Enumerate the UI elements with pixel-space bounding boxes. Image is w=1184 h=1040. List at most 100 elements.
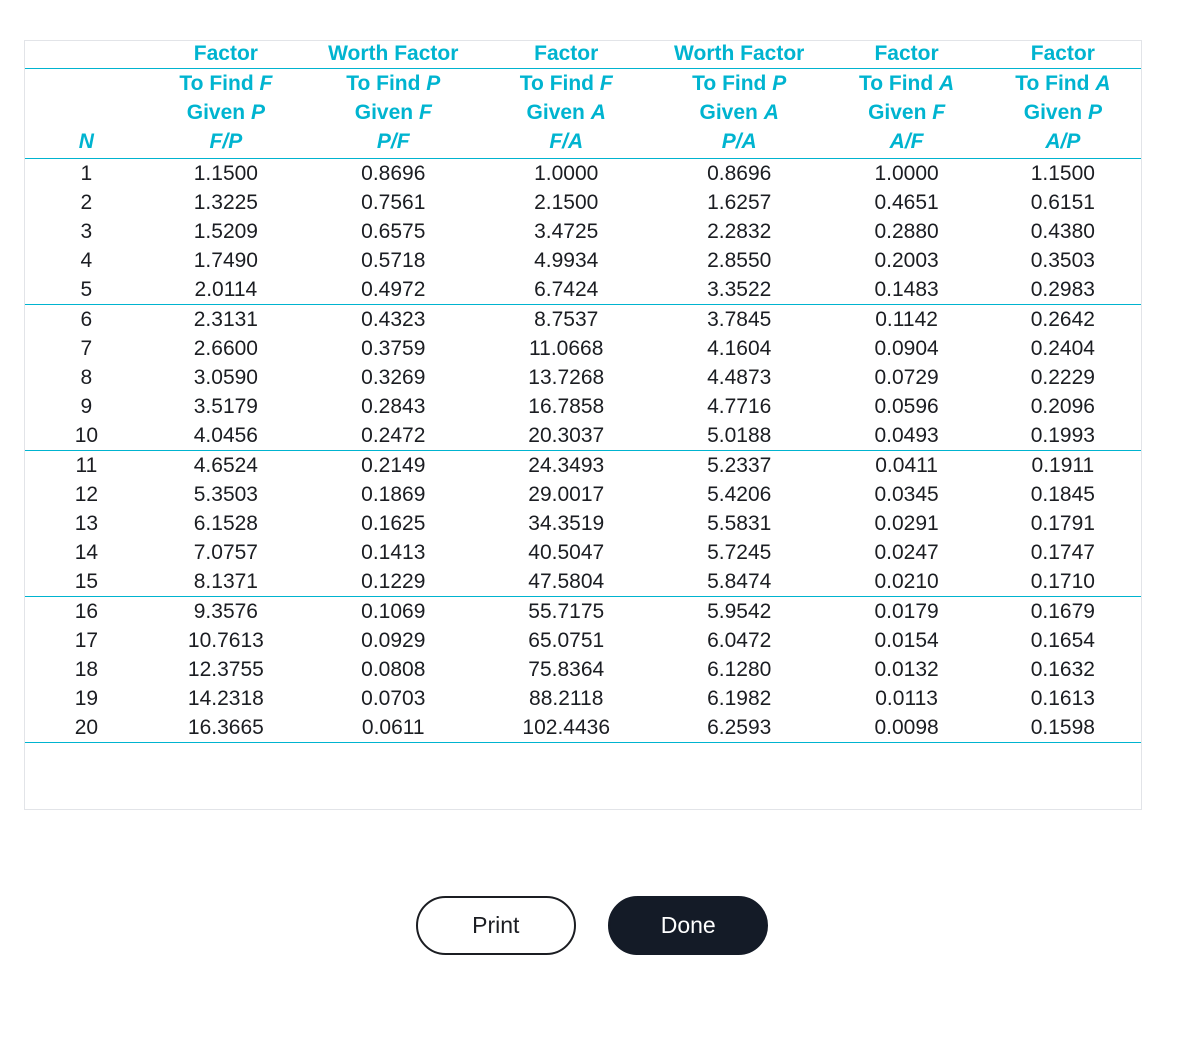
table-cell: 4.9934 <box>483 246 650 275</box>
table-row: 11.15000.86961.00000.86961.00001.1500 <box>25 159 1141 189</box>
table-cell: 20.3037 <box>483 421 650 451</box>
col-header-find: To Find F <box>148 69 304 99</box>
print-button[interactable]: Print <box>416 896 576 955</box>
table-cell: 1 <box>25 159 148 189</box>
table-cell: 0.1845 <box>985 480 1141 509</box>
col-header-given: Given F <box>828 98 984 127</box>
table-cell: 12 <box>25 480 148 509</box>
table-row: 147.07570.141340.50475.72450.02470.1747 <box>25 538 1141 567</box>
table-cell: 102.4436 <box>483 713 650 743</box>
done-button[interactable]: Done <box>608 896 768 955</box>
col-header <box>25 40 148 69</box>
table-cell: 1.3225 <box>148 188 304 217</box>
table-cell: 0.0345 <box>828 480 984 509</box>
table-cell: 16.3665 <box>148 713 304 743</box>
table-cell: 0.3759 <box>304 334 483 363</box>
table-cell: 0.0411 <box>828 451 984 481</box>
table-cell: 2.6600 <box>148 334 304 363</box>
table-cell: 2.3131 <box>148 305 304 335</box>
table-cell: 5.5831 <box>650 509 829 538</box>
table-cell: 4.0456 <box>148 421 304 451</box>
table-cell: 0.0154 <box>828 626 984 655</box>
table-cell: 2 <box>25 188 148 217</box>
table-cell: 2.8550 <box>650 246 829 275</box>
table-cell: 0.1679 <box>985 597 1141 627</box>
table-cell: 0.0179 <box>828 597 984 627</box>
col-header-ratio: P/A <box>650 127 829 159</box>
table-cell: 0.3503 <box>985 246 1141 275</box>
col-header-find: To Find A <box>985 69 1141 99</box>
table-cell: 1.0000 <box>483 159 650 189</box>
table-row: 136.15280.162534.35195.58310.02910.1791 <box>25 509 1141 538</box>
table-cell: 19 <box>25 684 148 713</box>
table-row: 158.13710.122947.58045.84740.02100.1710 <box>25 567 1141 597</box>
table-cell: 0.1069 <box>304 597 483 627</box>
col-header-given: Given A <box>650 98 829 127</box>
table-cell: 0.4380 <box>985 217 1141 246</box>
table-cell: 2.2832 <box>650 217 829 246</box>
interest-factor-table: Factor Worth Factor Factor Worth Factor … <box>25 40 1141 743</box>
table-row: 1914.23180.070388.21186.19820.01130.1613 <box>25 684 1141 713</box>
table-cell: 0.2003 <box>828 246 984 275</box>
table-cell: 0.7561 <box>304 188 483 217</box>
table-cell: 0.1632 <box>985 655 1141 684</box>
table-cell: 2.0114 <box>148 275 304 305</box>
col-header: Factor <box>483 40 650 69</box>
table-cell: 5.8474 <box>650 567 829 597</box>
table-cell: 0.1598 <box>985 713 1141 743</box>
table-cell: 1.7490 <box>148 246 304 275</box>
table-cell: 17 <box>25 626 148 655</box>
table-cell: 0.0596 <box>828 392 984 421</box>
table-cell: 55.7175 <box>483 597 650 627</box>
table-cell: 3.0590 <box>148 363 304 392</box>
table-cell: 0.1747 <box>985 538 1141 567</box>
button-bar: Print Done <box>0 896 1184 955</box>
table-row: 83.05900.326913.72684.48730.07290.2229 <box>25 363 1141 392</box>
table-cell: 0.2880 <box>828 217 984 246</box>
table-cell: 47.5804 <box>483 567 650 597</box>
col-header-given: Given P <box>985 98 1141 127</box>
col-header-empty <box>25 98 148 127</box>
table-row: 93.51790.284316.78584.77160.05960.2096 <box>25 392 1141 421</box>
table-cell: 11.0668 <box>483 334 650 363</box>
table-row: 1710.76130.092965.07516.04720.01540.1654 <box>25 626 1141 655</box>
table-cell: 0.0729 <box>828 363 984 392</box>
table-cell: 10.7613 <box>148 626 304 655</box>
table-cell: 5.0188 <box>650 421 829 451</box>
table-cell: 2.1500 <box>483 188 650 217</box>
table-cell: 20 <box>25 713 148 743</box>
table-cell: 0.0113 <box>828 684 984 713</box>
table-cell: 0.1413 <box>304 538 483 567</box>
table-cell: 0.2229 <box>985 363 1141 392</box>
table-cell: 0.6151 <box>985 188 1141 217</box>
table-row: 104.04560.247220.30375.01880.04930.1993 <box>25 421 1141 451</box>
table-cell: 3 <box>25 217 148 246</box>
table-cell: 34.3519 <box>483 509 650 538</box>
table-cell: 0.0132 <box>828 655 984 684</box>
table-cell: 4.7716 <box>650 392 829 421</box>
table-row: 169.35760.106955.71755.95420.01790.1679 <box>25 597 1141 627</box>
table-cell: 7 <box>25 334 148 363</box>
table-cell: 0.1911 <box>985 451 1141 481</box>
table-cell: 0.6575 <box>304 217 483 246</box>
table-cell: 8 <box>25 363 148 392</box>
table-cell: 6.7424 <box>483 275 650 305</box>
col-header: Factor <box>148 40 304 69</box>
table-cell: 40.5047 <box>483 538 650 567</box>
table-row: 72.66000.375911.06684.16040.09040.2404 <box>25 334 1141 363</box>
table-cell: 0.0493 <box>828 421 984 451</box>
table-cell: 6.1982 <box>650 684 829 713</box>
table-cell: 65.0751 <box>483 626 650 655</box>
col-header-ratio: F/A <box>483 127 650 159</box>
table-cell: 0.1613 <box>985 684 1141 713</box>
table-cell: 6.1280 <box>650 655 829 684</box>
table-cell: 9 <box>25 392 148 421</box>
table-cell: 0.2149 <box>304 451 483 481</box>
col-header-given: Given F <box>304 98 483 127</box>
table-cell: 4.6524 <box>148 451 304 481</box>
table-cell: 1.1500 <box>148 159 304 189</box>
table-scroll-frame[interactable]: Factor Worth Factor Factor Worth Factor … <box>24 40 1142 810</box>
table-cell: 0.1142 <box>828 305 984 335</box>
table-cell: 0.2642 <box>985 305 1141 335</box>
table-cell: 14.2318 <box>148 684 304 713</box>
